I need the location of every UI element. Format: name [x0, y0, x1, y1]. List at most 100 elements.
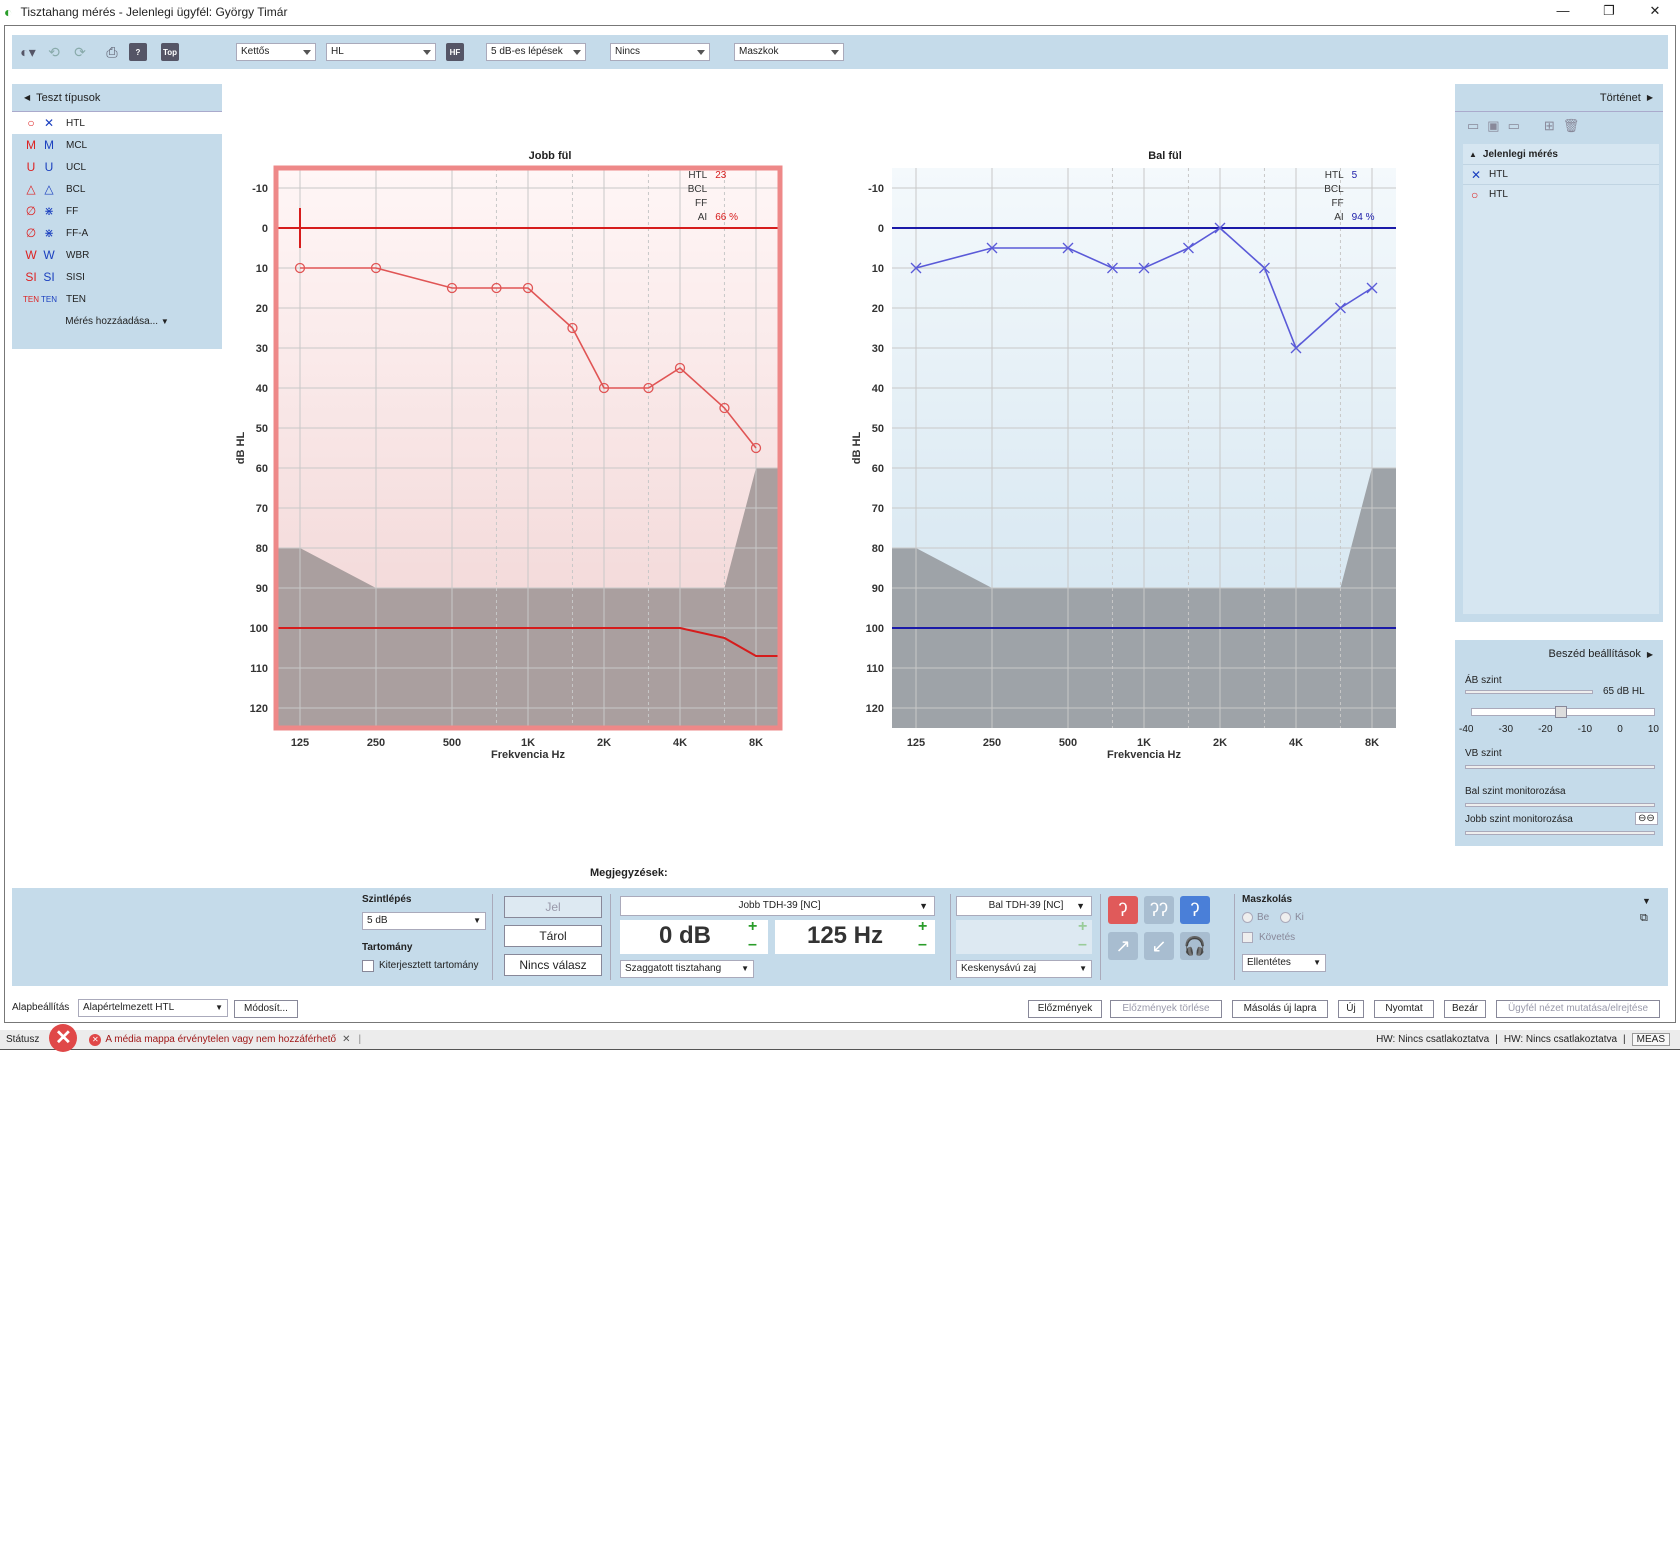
range-checkbox[interactable]	[362, 960, 374, 972]
history-open-icon[interactable]: ▭	[1467, 118, 1479, 134]
modify-button[interactable]: Módosít...	[234, 1000, 298, 1018]
right-ear-button[interactable]: ʔ	[1108, 896, 1138, 924]
history-add-icon[interactable]: ⊞	[1544, 118, 1555, 134]
close-button[interactable]: ✕	[1632, 0, 1678, 24]
help-icon[interactable]: ?	[128, 43, 148, 61]
right-ear-audiogram[interactable]: -10 0 10 20 30 40 50 60 70 80 90 100 110 120 125 250 500…	[230, 160, 830, 770]
noise-select[interactable]: Keskenysávú zaj ▼	[956, 960, 1092, 978]
test-type-htl[interactable]: ○ ✕ HTL	[12, 112, 222, 134]
vb-slider[interactable]	[1465, 765, 1655, 769]
history-move-icon[interactable]: ▭	[1508, 118, 1520, 134]
hz-minus-button[interactable]: –	[918, 936, 927, 954]
restore-button[interactable]: ❐	[1586, 0, 1632, 24]
ab-label: ÁB szint	[1465, 675, 1502, 686]
talk-back-button[interactable]: ↙	[1144, 932, 1174, 960]
none-dropdown[interactable]: Nincs	[610, 43, 710, 61]
y-tick-label: 80	[256, 543, 268, 555]
both-ears-button[interactable]: ʔʔ	[1144, 896, 1174, 924]
jobb-monitor-slider[interactable]	[1465, 831, 1655, 835]
ab-offset-thumb[interactable]	[1555, 706, 1567, 718]
mask-plus-button[interactable]: +	[1078, 918, 1087, 936]
copy-new-sheet-button[interactable]: Másolás új lapra	[1232, 1000, 1328, 1018]
history-button[interactable]: Előzmények	[1028, 1000, 1102, 1018]
step-dropdown[interactable]: 5 dB-es lépések	[486, 43, 586, 61]
contralateral-select[interactable]: Ellentétes ▼	[1242, 954, 1326, 972]
right-transducer-select[interactable]: Jobb TDH-39 [NC] ▼	[620, 896, 935, 916]
db-plus-button[interactable]: +	[748, 918, 757, 936]
test-type-label: HTL	[66, 117, 85, 129]
history-copy-icon[interactable]: ▣	[1487, 118, 1499, 134]
test-type-ten[interactable]: TEN TEN TEN	[12, 288, 222, 310]
test-types-header[interactable]: ◀ Teszt típusok	[12, 84, 222, 112]
mask-dropdown[interactable]: Maszkok	[734, 43, 844, 61]
print-button[interactable]: Nyomtat	[1374, 1000, 1434, 1018]
left-symbol-icon: SI	[43, 270, 55, 284]
store-button[interactable]: Tárol	[504, 925, 602, 947]
right-symbol-icon: △	[26, 182, 36, 196]
test-type-label: TEN	[66, 293, 86, 305]
test-type-sisi[interactable]: SI SI SISI	[12, 266, 222, 288]
panel-collapse-icon[interactable]: ▼	[1642, 896, 1651, 906]
redo-icon[interactable]: ⟳	[70, 43, 90, 61]
y-tick-label: 20	[256, 303, 268, 315]
history-delete-icon[interactable]: 🗑	[1563, 118, 1580, 134]
history-symbol-icon: ○	[1471, 187, 1479, 202]
left-ear-audiogram[interactable]: -10 0 10 20 30 40 50 60 70 80 90 100 110 120 125 250 500…	[846, 160, 1446, 770]
db-minus-button[interactable]: –	[748, 936, 757, 954]
scale-tick: -40	[1459, 724, 1474, 735]
bal-monitor-slider[interactable]	[1465, 803, 1655, 807]
hz-value: 125 Hz	[806, 922, 884, 949]
mode-dropdown[interactable]: Kettős	[236, 43, 316, 61]
mask-minus-button[interactable]: –	[1078, 936, 1087, 954]
top-icon[interactable]: Top	[160, 43, 180, 61]
history-toolbar: ▭ ▣ ▭ ⊞ 🗑	[1455, 112, 1663, 140]
y-tick-label: 30	[872, 343, 884, 355]
mask-off-radio[interactable]	[1280, 912, 1291, 923]
minimize-button[interactable]: —	[1540, 0, 1586, 24]
ab-slider[interactable]	[1465, 690, 1593, 694]
print-icon[interactable]: ⎙	[102, 43, 122, 61]
follow-checkbox[interactable]	[1242, 932, 1253, 943]
client-view-button[interactable]: Ügyfél nézet mutatása/elrejtése	[1496, 1000, 1660, 1018]
undock-icon[interactable]: ⧉	[1640, 912, 1648, 925]
hz-plus-button[interactable]: +	[918, 918, 927, 936]
talk-forward-button[interactable]: ↗	[1108, 932, 1138, 960]
left-ear-button[interactable]: ʔ	[1180, 896, 1210, 924]
logo-menu-icon[interactable]: ◐▾	[18, 43, 38, 61]
history-item[interactable]: ○ HTL	[1463, 184, 1659, 204]
readout-key: BCL	[1324, 184, 1344, 195]
y-tick-label: 0	[262, 223, 268, 235]
history-header[interactable]: Történet ▶	[1455, 84, 1663, 112]
close-app-button[interactable]: Bezár	[1444, 1000, 1486, 1018]
clear-history-button[interactable]: Előzmények törlése	[1110, 1000, 1222, 1018]
test-type-wbr[interactable]: W W WBR	[12, 244, 222, 266]
speech-header[interactable]: Beszéd beállítások ▶	[1455, 640, 1663, 668]
preset-select[interactable]: Alapértelmezett HTL ▼	[78, 999, 228, 1017]
test-type-ff-a[interactable]: ∅ ⋇ FF-A	[12, 222, 222, 244]
test-type-bcl[interactable]: △ △ BCL	[12, 178, 222, 200]
stimulus-select[interactable]: Szaggatott tisztahang ▼	[620, 960, 754, 978]
hf-button[interactable]: HF	[446, 43, 464, 61]
history-item[interactable]: ✕ HTL	[1463, 164, 1659, 184]
test-type-ff[interactable]: ∅ ⋇ FF	[12, 200, 222, 222]
headphones-button[interactable]: 🎧	[1180, 932, 1210, 960]
history-title: Történet	[1599, 91, 1641, 104]
add-measurement-button[interactable]: Mérés hozzáadása... ▼	[12, 316, 222, 327]
link-icon[interactable]: ⊖⊖	[1635, 812, 1658, 825]
mask-on-radio[interactable]	[1242, 912, 1253, 923]
history-group[interactable]: ▲ Jelenlegi mérés	[1463, 144, 1659, 164]
right-symbol-icon: W	[25, 248, 37, 262]
step-select[interactable]: 5 dB ▼	[362, 912, 486, 930]
undo-icon[interactable]: ⟲	[44, 43, 64, 61]
y-tick-label: 70	[256, 503, 268, 515]
dismiss-icon[interactable]: ✕	[342, 1034, 350, 1045]
y-tick-label: 40	[256, 383, 268, 395]
test-type-ucl[interactable]: U U UCL	[12, 156, 222, 178]
no-response-button[interactable]: Nincs válasz	[504, 954, 602, 976]
left-symbol-icon: M	[44, 138, 54, 152]
test-type-mcl[interactable]: M M MCL	[12, 134, 222, 156]
new-button[interactable]: Új	[1338, 1000, 1364, 1018]
signal-button[interactable]: Jel	[504, 896, 602, 918]
left-transducer-select[interactable]: Bal TDH-39 [NC] ▼	[956, 896, 1092, 916]
unit-dropdown[interactable]: HL	[326, 43, 436, 61]
